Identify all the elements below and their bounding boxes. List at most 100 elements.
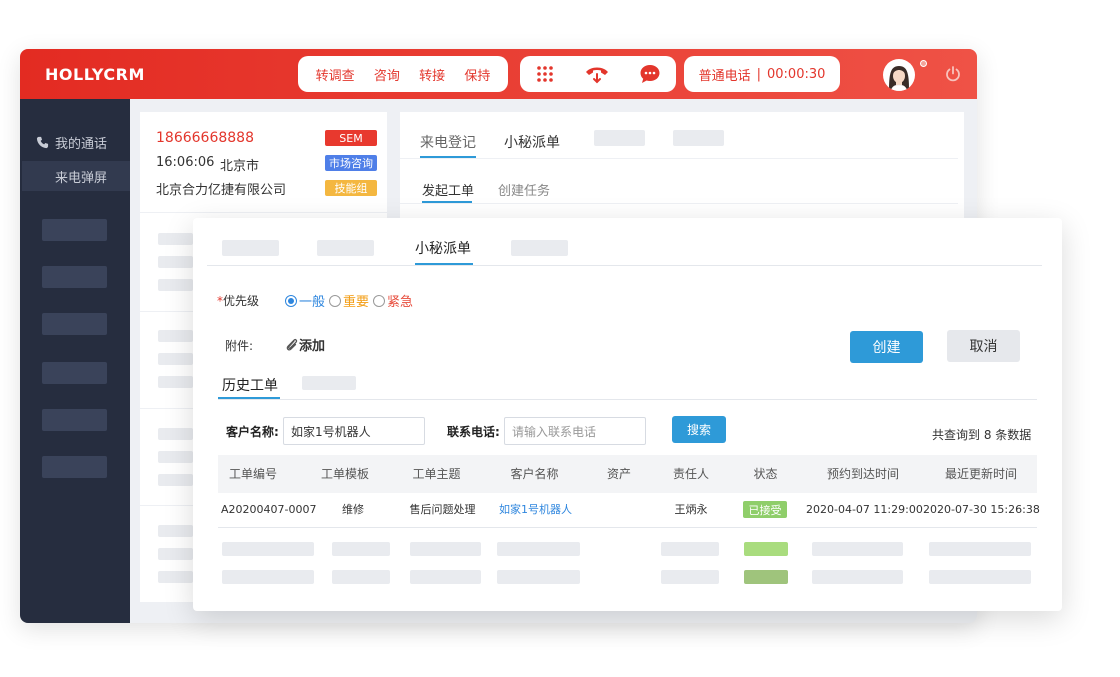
placeholder [410,570,481,584]
placeholder [158,451,193,463]
tag-market-consult: 市场咨询 [325,155,377,171]
cell-customer-link[interactable]: 如家1号机器人 [488,493,583,527]
tab-secretary-dispatch[interactable]: 小秘派单 [504,132,560,152]
column-header: 客户名称 [510,467,559,481]
cell-ticket-id: A20200407-0007 [221,503,317,516]
call-actions-group: 转调查 咨询 转接 保持 [298,56,508,92]
cell-updated-time: 2020-07-30 15:26:38 [923,503,1040,516]
sidebar-item-label: 我的通话 [55,136,108,152]
attachment-label: 附件: [225,339,254,353]
column-header: 工单编号 [228,467,277,481]
status-placeholder [744,570,788,584]
sidebar-placeholder [42,409,107,431]
dialpad-icon[interactable] [535,64,555,84]
chat-icon[interactable] [639,63,661,85]
placeholder [497,570,580,584]
priority-option-normal[interactable]: 一般 [285,291,325,310]
sidebar: 我的通话 来电弹屏 [20,99,130,623]
table-header: 工单编号 工单模板 工单主题 客户名称 资产 责任人 状态 预约到达时间 最近更… [218,455,1037,493]
phone-input[interactable]: 请输入联系电话 [504,417,646,445]
divider [218,527,1037,528]
placeholder [222,570,314,584]
column-header: 状态 [753,467,778,481]
customer-name-input[interactable]: 如家1号机器人 [283,417,425,445]
tab-incoming-register[interactable]: 来电登记 [420,132,476,152]
placeholder [158,525,193,537]
sidebar-placeholder [42,266,107,288]
divider [400,158,958,159]
placeholder [158,428,193,440]
placeholder [661,570,719,584]
call-timer: 00:00:30 [767,66,826,82]
caller-company: 北京合力亿捷有限公司 [156,183,287,198]
survey-transfer-button[interactable]: 转调查 [316,65,355,84]
placeholder [332,570,390,584]
column-header: 预约到达时间 [826,467,899,481]
divider [400,203,958,204]
cell-appointment-time: 2020-04-07 11:29:00 [806,503,923,516]
transfer-button[interactable]: 转接 [419,65,445,84]
placeholder [222,542,314,556]
customer-name-label: 客户名称: [226,425,279,439]
placeholder [929,570,1031,584]
call-controls-group [520,56,676,92]
tag-skill-group: 技能组 [325,180,377,196]
tab-placeholder [511,240,568,256]
caller-phone: 18666668888 [156,130,254,146]
search-button[interactable]: 搜索 [672,416,726,443]
add-attachment-button[interactable]: 添加 [285,335,325,354]
priority-urgent-label: 紧急 [387,295,414,310]
placeholder [158,330,193,342]
tab-placeholder [317,240,374,256]
paperclip-icon [286,338,298,351]
tab-secretary-dispatch-active[interactable]: 小秘派单 [415,238,471,258]
priority-important-label: 重要 [343,295,370,310]
priority-option-important[interactable]: 重要 [329,291,369,310]
table-row[interactable]: A20200407-0007 维修 售后问题处理 如家1号机器人 王炳永 已接受… [218,493,1040,527]
tab-history-tickets[interactable]: 历史工单 [222,375,278,395]
dispatch-dialog: 小秘派单 *优先级 一般 重要 紧急 附件: 添加 创建 取消 历史工单 客户名… [193,218,1062,611]
sidebar-placeholder [42,362,107,384]
result-count: 共查询到 8 条数据 [932,428,1032,442]
placeholder [497,542,580,556]
consult-button[interactable]: 咨询 [374,65,400,84]
user-avatar[interactable] [883,59,915,91]
placeholder [158,353,193,365]
sidebar-placeholder [42,219,107,241]
priority-label-text: 优先级 [223,294,260,308]
power-icon[interactable] [944,65,962,83]
column-header: 资产 [606,467,631,481]
radio-icon [329,294,342,307]
call-type-label: 普通电话 [698,68,751,84]
placeholder [158,548,193,560]
column-header: 工单模板 [320,467,369,481]
sidebar-item-my-calls[interactable]: 我的通话 [20,127,130,157]
cancel-button[interactable]: 取消 [947,330,1020,362]
placeholder [158,233,193,245]
placeholder [158,474,193,486]
placeholder [158,376,193,388]
sidebar-item-incoming-popup[interactable]: 来电弹屏 [22,161,130,191]
placeholder [158,571,193,583]
presence-dot [920,60,927,67]
placeholder [929,542,1031,556]
caller-city: 北京市 [220,159,260,174]
tag-sem: SEM [325,130,377,146]
sidebar-placeholder [42,313,107,335]
cell-subject: 售后问题处理 [409,503,476,516]
hangup-icon[interactable] [584,63,610,85]
create-button[interactable]: 创建 [850,331,923,363]
radio-selected-icon [285,294,297,307]
column-header: 责任人 [672,467,709,481]
placeholder [812,570,903,584]
status-badge: 已接受 [743,501,787,518]
placeholder [332,542,390,556]
column-header: 最近更新时间 [944,467,1017,481]
add-attachment-label: 添加 [299,339,326,354]
priority-option-urgent[interactable]: 紧急 [373,291,413,310]
hold-button[interactable]: 保持 [464,65,490,84]
subtab-create-task[interactable]: 创建任务 [498,180,550,199]
priority-label: *优先级 [217,292,259,309]
column-header: 工单主题 [412,467,461,481]
subtab-initiate-ticket[interactable]: 发起工单 [422,180,474,199]
